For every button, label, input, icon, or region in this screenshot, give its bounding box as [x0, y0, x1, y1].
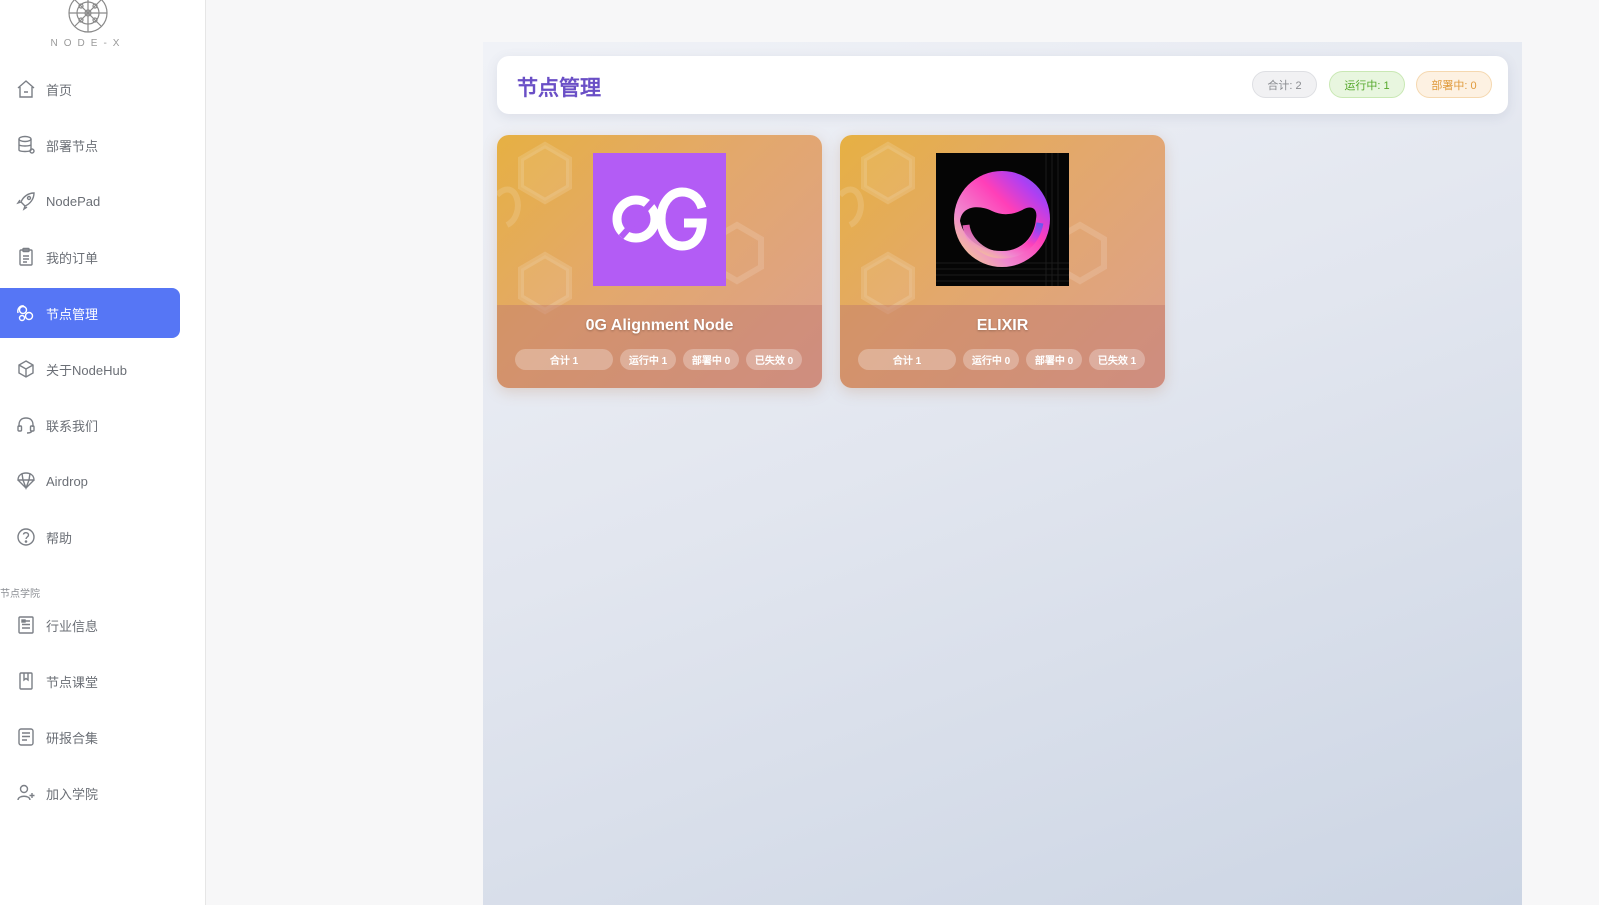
rocket-icon: [14, 189, 38, 213]
sidebar-item-label: 节点课堂: [46, 674, 99, 690]
sidebar-item-contact[interactable]: 联系我们: [0, 400, 180, 450]
logo-icon: [68, 0, 108, 33]
headset-icon: [14, 413, 38, 437]
sidebar-item-about[interactable]: 关于NodeHub: [0, 344, 180, 394]
sidebar-item-nodepad[interactable]: NodePad: [0, 176, 180, 226]
sidebar-item-label: 节点管理: [46, 306, 99, 322]
running-count-pill: 运行中 1: [620, 349, 676, 370]
node-logo-elixir: [936, 153, 1069, 286]
node-card-footer: 0G Alignment Node 合计 1 运行中 1 部署中 0 已失效 0: [497, 305, 822, 388]
parachute-icon: [14, 469, 38, 493]
sidebar-item-label: 联系我们: [46, 418, 99, 434]
sidebar-item-label: 行业信息: [46, 618, 99, 634]
node-name: ELIXIR: [976, 317, 1029, 334]
deploying-count-pill: 部署中 0: [683, 349, 739, 370]
sidebar-item-deploy[interactable]: 部署节点: [0, 120, 180, 170]
help-icon: [14, 525, 38, 549]
sidebar-item-airdrop[interactable]: Airdrop: [0, 456, 180, 506]
total-count-pill: 合计 1: [515, 349, 613, 370]
expired-count-pill: 已失效 1: [1089, 349, 1145, 370]
running-count-pill: 运行中 0: [963, 349, 1019, 370]
sidebar-item-reports[interactable]: 研报合集: [0, 712, 180, 762]
node-name: 0G Alignment Node: [585, 317, 734, 334]
sidebar-item-label: Airdrop: [46, 473, 88, 489]
sidebar-item-label: 加入学院: [46, 786, 99, 802]
sidebar-item-classroom[interactable]: 节点课堂: [0, 656, 180, 706]
home-icon: [14, 77, 38, 101]
sidebar-item-orders[interactable]: 我的订单: [0, 232, 180, 282]
user-add-icon: [14, 781, 38, 805]
box-icon: [14, 357, 38, 381]
total-badge: 合计: 2: [1252, 71, 1317, 98]
node-logo-0g: [593, 153, 726, 286]
node-card-footer: ELIXIR 合计 1 运行中 0 部署中 0 已失效 1: [840, 305, 1165, 388]
book-icon: [14, 669, 38, 693]
page-header: 节点管理 合计: 2 运行中: 1 部署中: 0: [497, 56, 1508, 114]
sidebar: NODE-X 首页 部署节点 NodePad 我的订单 节点管理 关于NodeH…: [0, 0, 206, 905]
sidebar-item-label: 我的订单: [46, 250, 99, 266]
sidebar-item-label: 帮助: [46, 530, 73, 546]
cluster-icon: [14, 301, 38, 325]
sidebar-item-help[interactable]: 帮助: [0, 512, 180, 562]
running-badge: 运行中: 1: [1329, 71, 1405, 98]
academy-section-title: 节点学院: [0, 589, 40, 600]
deploying-count-pill: 部署中 0: [1026, 349, 1082, 370]
node-card[interactable]: ELIXIR 合计 1 运行中 0 部署中 0 已失效 1: [840, 135, 1165, 388]
database-icon: [14, 133, 38, 157]
sidebar-item-label: 首页: [46, 82, 73, 98]
report-icon: [14, 725, 38, 749]
sidebar-item-label: 部署节点: [46, 138, 99, 154]
news-icon: [14, 613, 38, 637]
clipboard-icon: [14, 245, 38, 269]
total-count-pill: 合计 1: [858, 349, 956, 370]
sidebar-item-node-management[interactable]: 节点管理: [0, 288, 180, 338]
logo-text: NODE-X: [50, 38, 126, 49]
sidebar-item-label: NodePad: [46, 193, 101, 209]
expired-count-pill: 已失效 0: [746, 349, 802, 370]
logo[interactable]: NODE-X: [0, 0, 176, 56]
sidebar-item-home[interactable]: 首页: [0, 64, 180, 114]
node-card[interactable]: 0G Alignment Node 合计 1 运行中 1 部署中 0 已失效 0: [497, 135, 822, 388]
sidebar-item-industry-news[interactable]: 行业信息: [0, 600, 180, 650]
page-title: 节点管理: [517, 77, 601, 100]
sidebar-item-label: 研报合集: [46, 730, 99, 746]
deploying-badge: 部署中: 0: [1416, 71, 1492, 98]
sidebar-item-label: 关于NodeHub: [46, 362, 127, 378]
sidebar-item-join-academy[interactable]: 加入学院: [0, 768, 180, 818]
